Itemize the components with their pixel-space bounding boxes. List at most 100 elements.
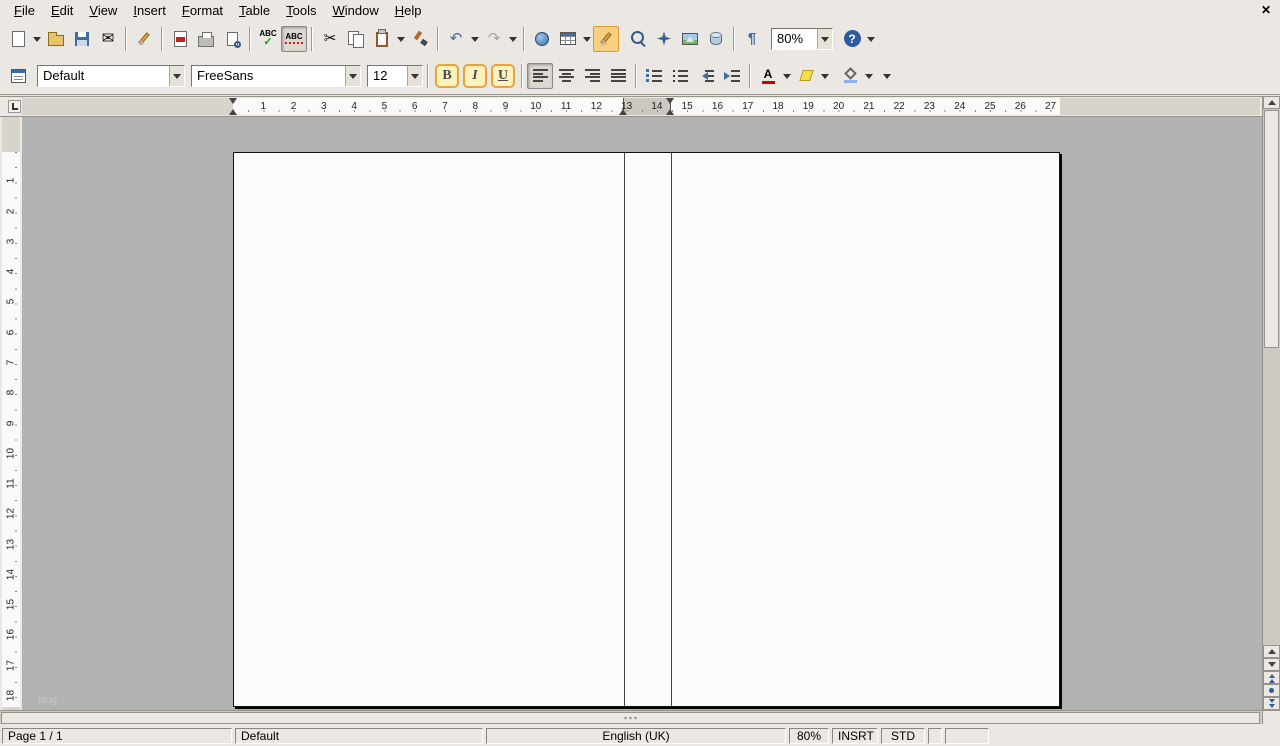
horizontal-ruler-strip[interactable]: 1 2 3 4 5 6 7 8 9 10 11 12 13 14 15 16 17 18 19 20 21 22 23 24 2…: [22, 98, 1260, 115]
align-right-button[interactable]: [579, 63, 605, 89]
menubar: File Edit View Insert Format Table Tools…: [0, 0, 1280, 20]
redo-dropdown[interactable]: [507, 26, 519, 52]
status-modified[interactable]: [945, 728, 989, 744]
status-page-style[interactable]: Default: [235, 728, 483, 744]
font-name-combo[interactable]: FreeSans: [191, 64, 361, 87]
status-zoom[interactable]: 80%: [789, 728, 829, 744]
data-sources-button[interactable]: [703, 26, 729, 52]
styles-window-icon: [10, 68, 26, 83]
menu-format[interactable]: Format: [174, 2, 231, 19]
decrease-indent-button[interactable]: [693, 63, 719, 89]
zoom-combo[interactable]: 80%: [771, 27, 833, 50]
page-preview-button[interactable]: [219, 26, 245, 52]
double-arrow-up-icon: [1268, 673, 1275, 683]
previous-page-button[interactable]: [1263, 671, 1280, 684]
new-document-dropdown[interactable]: [31, 26, 43, 52]
navigation-button[interactable]: [1263, 684, 1280, 697]
background-color-dropdown[interactable]: [863, 63, 875, 89]
export-pdf-button[interactable]: [167, 26, 193, 52]
font-size-dropdown-icon[interactable]: [407, 65, 422, 86]
increase-indent-button[interactable]: [719, 63, 745, 89]
tab-stop-type-button[interactable]: [8, 100, 21, 113]
highlighting-button[interactable]: [793, 63, 819, 89]
toolbar-options-dropdown[interactable]: [881, 63, 893, 89]
italic-button[interactable]: I: [463, 63, 487, 88]
zoom-dropdown-icon[interactable]: [817, 28, 832, 49]
save-button[interactable]: [69, 26, 95, 52]
scroll-up-button[interactable]: [1263, 96, 1280, 109]
highlighting-dropdown[interactable]: [819, 63, 831, 89]
vertical-scrollbar[interactable]: [1262, 96, 1280, 710]
email-icon: ✉: [101, 30, 115, 47]
status-page[interactable]: Page 1 / 1: [2, 728, 232, 744]
menu-edit[interactable]: Edit: [43, 2, 81, 19]
numbered-list-button[interactable]: [641, 63, 667, 89]
new-document-button[interactable]: [5, 26, 31, 52]
status-hyperlink-mode[interactable]: [928, 728, 942, 744]
open-button[interactable]: [43, 26, 69, 52]
font-size-combo[interactable]: 12: [367, 64, 423, 87]
horizontal-scrollbar-thumb[interactable]: [1, 712, 1260, 724]
format-paintbrush-button[interactable]: [407, 26, 433, 52]
paragraph-style-dropdown-icon[interactable]: [169, 65, 184, 86]
edit-file-button[interactable]: [131, 26, 157, 52]
bullet-list-button[interactable]: [667, 63, 693, 89]
bold-button[interactable]: B: [435, 63, 459, 88]
menu-view[interactable]: View: [81, 2, 125, 19]
styles-window-button[interactable]: [5, 63, 31, 89]
menu-file[interactable]: File: [6, 2, 43, 19]
toolbar-options-dropdown[interactable]: [865, 26, 877, 52]
status-insert-mode[interactable]: INSRT: [832, 728, 878, 744]
h-ruler-number: 1: [260, 101, 267, 112]
paragraph-style-combo[interactable]: Default: [37, 64, 185, 87]
menu-insert[interactable]: Insert: [125, 2, 174, 19]
cut-button[interactable]: ✂: [317, 26, 343, 52]
hyperlink-button[interactable]: [529, 26, 555, 52]
align-left-button[interactable]: [527, 62, 553, 89]
find-replace-button[interactable]: [625, 26, 651, 52]
scroll-down-button[interactable]: [1263, 658, 1280, 671]
spellcheck-button[interactable]: ABC ✓: [255, 26, 281, 52]
left-indent-marker[interactable]: [229, 105, 237, 115]
v-ruler-number: 17: [5, 659, 17, 671]
vertical-ruler[interactable]: 1 2 3 4 5 6 7 8 9 10 11 12 13 14 15 16 17 18: [2, 117, 20, 710]
email-button[interactable]: ✉: [95, 26, 121, 52]
undo-button[interactable]: ↶: [443, 26, 469, 52]
copy-button[interactable]: [343, 26, 369, 52]
gallery-button[interactable]: [677, 26, 703, 52]
next-page-button[interactable]: [1263, 697, 1280, 710]
font-color-dropdown[interactable]: [781, 63, 793, 89]
align-center-button[interactable]: [553, 63, 579, 89]
navigator-button[interactable]: [651, 26, 677, 52]
undo-dropdown[interactable]: [469, 26, 481, 52]
close-document-icon[interactable]: ✕: [1258, 2, 1274, 18]
insert-table-button[interactable]: [555, 26, 581, 52]
paste-button[interactable]: [369, 26, 395, 52]
autospellcheck-button[interactable]: ABC: [281, 25, 307, 52]
justify-button[interactable]: [605, 63, 631, 89]
status-selection-mode[interactable]: STD: [881, 728, 925, 744]
insert-table-dropdown[interactable]: [581, 26, 593, 52]
v-ruler-number: 13: [5, 538, 17, 550]
menu-help[interactable]: Help: [387, 2, 430, 19]
help-button[interactable]: ?: [839, 26, 865, 52]
nonprinting-characters-button[interactable]: ¶: [739, 26, 765, 52]
document-page[interactable]: [233, 152, 1060, 707]
show-draw-functions-button[interactable]: [593, 25, 619, 52]
background-color-button[interactable]: [837, 63, 863, 89]
menu-window[interactable]: Window: [324, 2, 386, 19]
paste-dropdown[interactable]: [395, 26, 407, 52]
print-button[interactable]: [193, 26, 219, 52]
redo-button[interactable]: ↷: [481, 26, 507, 52]
data-sources-icon: [710, 32, 722, 45]
scroll-up-button-bottom[interactable]: [1263, 645, 1280, 658]
vertical-scrollbar-thumb[interactable]: [1264, 110, 1279, 348]
horizontal-scrollbar[interactable]: [0, 710, 1262, 724]
menu-table[interactable]: Table: [231, 2, 278, 19]
menu-tools[interactable]: Tools: [278, 2, 324, 19]
status-language[interactable]: English (UK): [486, 728, 786, 744]
left-indent-marker[interactable]: [666, 105, 674, 115]
font-color-button[interactable]: A: [755, 63, 781, 89]
font-name-dropdown-icon[interactable]: [345, 65, 360, 86]
underline-button[interactable]: U: [491, 63, 515, 88]
